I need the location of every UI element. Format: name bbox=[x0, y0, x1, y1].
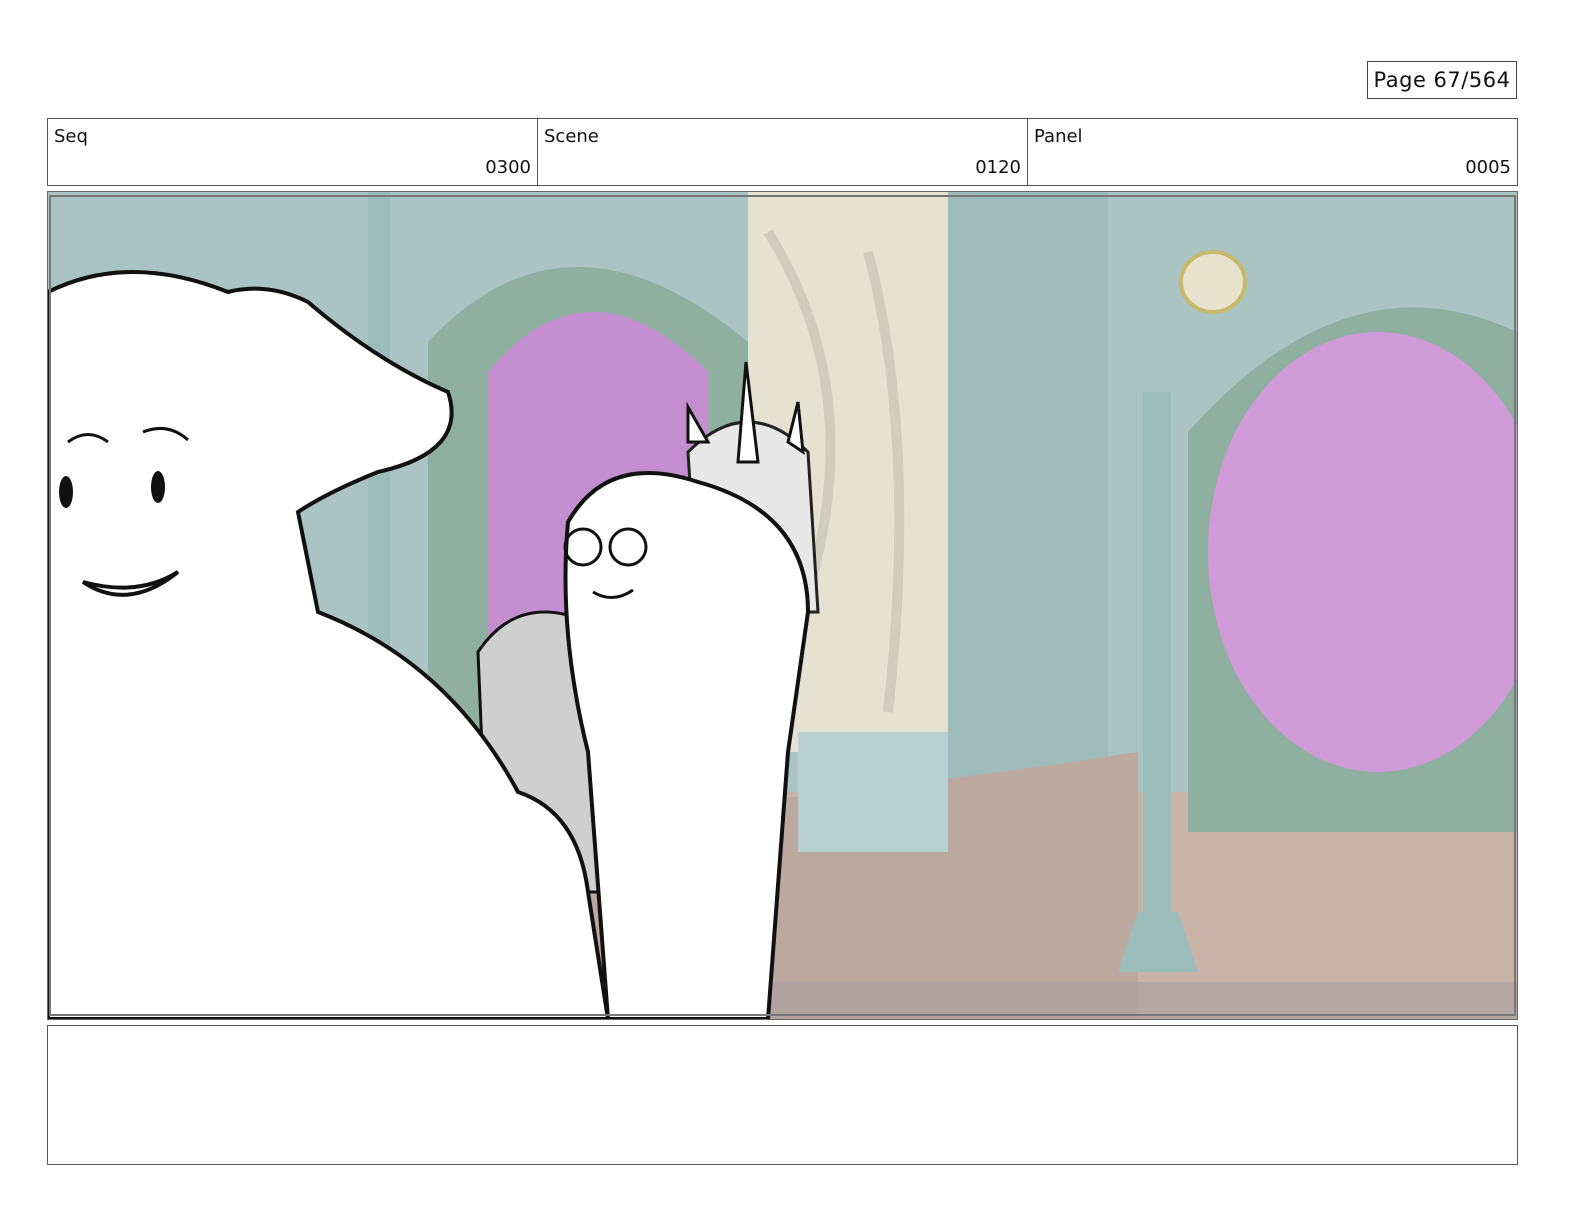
lamp-post bbox=[1143, 392, 1171, 952]
lamp-globe bbox=[1179, 250, 1247, 314]
glasses-girl bbox=[563, 471, 811, 1019]
scene-sketch bbox=[48, 192, 1517, 1019]
right-panel bbox=[948, 192, 1108, 792]
notes-box bbox=[47, 1025, 1518, 1165]
panel-value: 0005 bbox=[1465, 157, 1511, 178]
panel-info-header: Seq 0300 Scene 0120 Panel 0005 bbox=[47, 118, 1518, 186]
panel-label: Panel bbox=[1034, 126, 1083, 147]
display-case bbox=[798, 732, 948, 852]
panel-cell: Panel 0005 bbox=[1028, 119, 1517, 185]
scene-cell: Scene 0120 bbox=[538, 119, 1028, 185]
seq-cell: Seq 0300 bbox=[48, 119, 538, 185]
scene-value: 0120 bbox=[975, 157, 1021, 178]
page-number: Page 67/564 bbox=[1367, 61, 1517, 99]
seq-value: 0300 bbox=[485, 157, 531, 178]
storyboard-panel-image bbox=[47, 191, 1518, 1020]
seq-label: Seq bbox=[54, 126, 88, 147]
scene-label: Scene bbox=[544, 126, 599, 147]
